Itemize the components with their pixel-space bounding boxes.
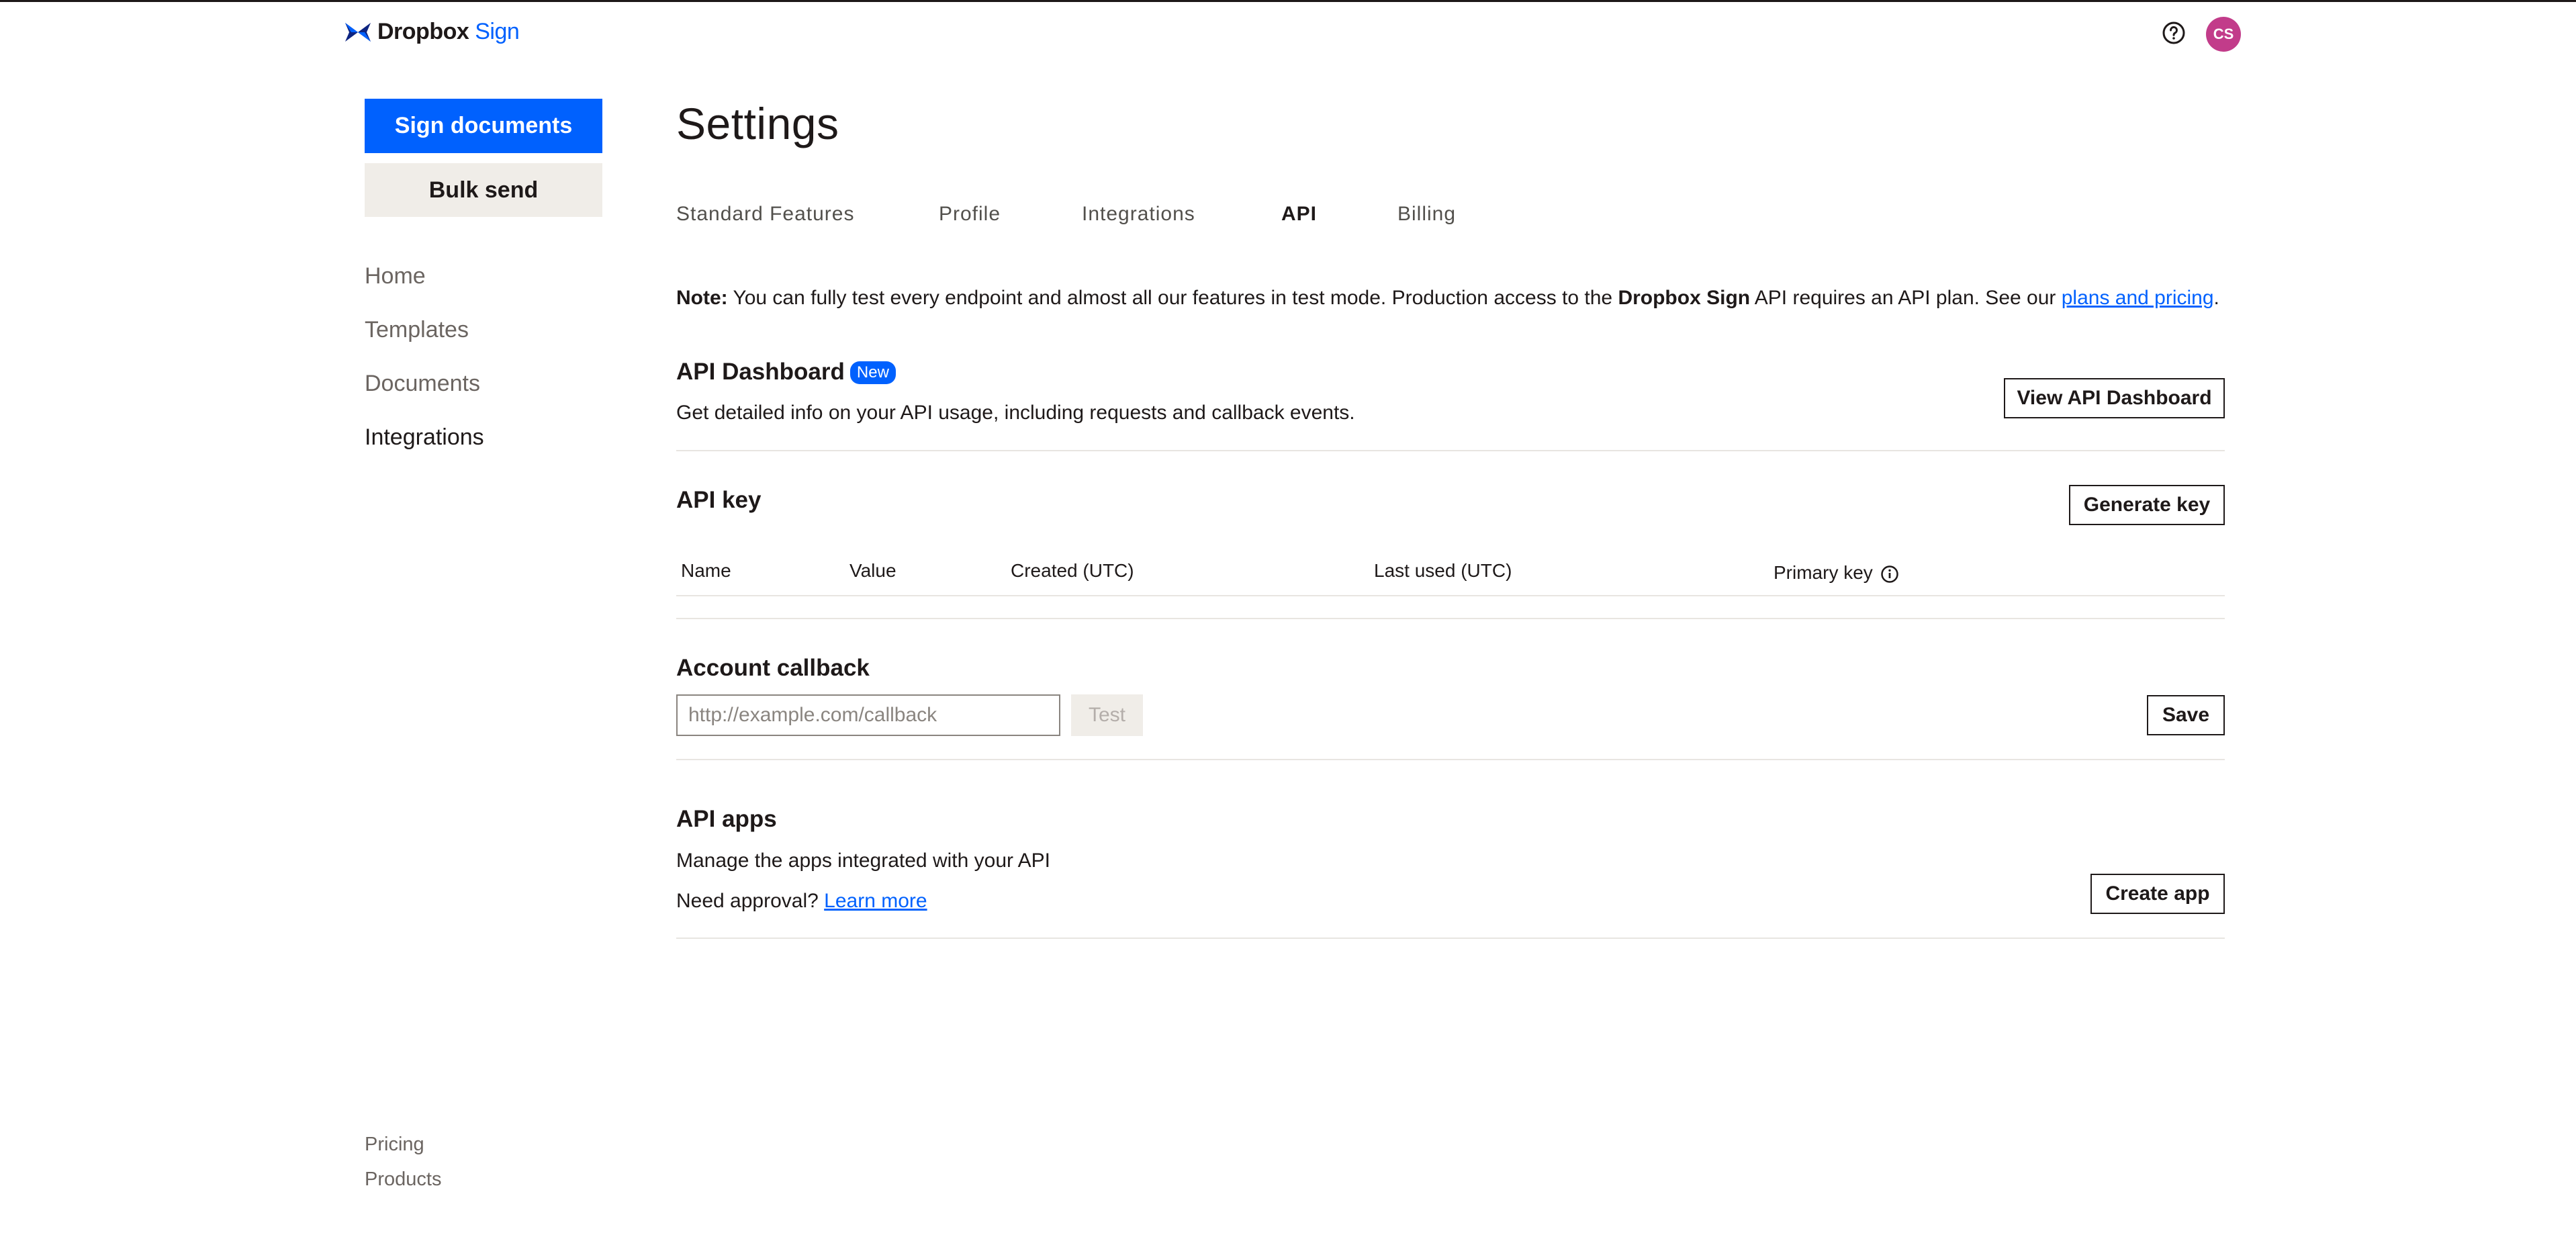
api-apps-description: Manage the apps integrated with your API	[676, 850, 1051, 872]
sign-documents-button[interactable]: Sign documents	[365, 99, 602, 153]
note-text-2: API requires an API plan. See our	[1750, 287, 2062, 309]
note-brand: Dropbox Sign	[1618, 287, 1751, 309]
need-approval-text: Need approval? Learn more	[676, 890, 927, 913]
sidebar-item-home[interactable]: Home	[365, 263, 426, 289]
divider	[676, 938, 2225, 939]
avatar[interactable]: CS	[2206, 17, 2241, 52]
create-app-button[interactable]: Create app	[2090, 874, 2225, 914]
column-header-name: Name	[681, 560, 731, 581]
api-dashboard-heading: API Dashboard New	[676, 359, 896, 385]
tab-integrations[interactable]: Integrations	[1082, 203, 1195, 226]
tab-api[interactable]: API	[1281, 203, 1317, 226]
generate-key-button[interactable]: Generate key	[2069, 485, 2225, 525]
api-key-title: API key	[676, 487, 762, 513]
approval-label: Need approval?	[676, 890, 819, 912]
note-label: Note:	[676, 287, 728, 309]
tab-standard-features[interactable]: Standard Features	[676, 203, 854, 226]
brand-primary: Dropbox	[377, 19, 469, 44]
column-header-value: Value	[849, 560, 896, 581]
help-icon[interactable]	[2162, 21, 2186, 45]
note-text-1: You can fully test every endpoint and al…	[727, 287, 1618, 309]
column-header-primary-key: Primary key	[1774, 562, 1873, 583]
column-header-created: Created (UTC)	[1011, 560, 1134, 581]
tab-profile[interactable]: Profile	[939, 203, 1001, 226]
sidebar-item-documents[interactable]: Documents	[365, 371, 480, 397]
test-callback-button[interactable]: Test	[1071, 694, 1143, 736]
callback-url-input[interactable]	[676, 694, 1060, 736]
brand-name: Dropbox Sign	[377, 19, 520, 45]
footer-link-products[interactable]: Products	[365, 1169, 441, 1191]
api-note: Note: You can fully test every endpoint …	[676, 287, 2219, 310]
brand-secondary: Sign	[475, 19, 520, 44]
table-header-divider	[676, 595, 2225, 596]
footer-link-pricing[interactable]: Pricing	[365, 1134, 424, 1156]
dropbox-logo-icon	[345, 22, 371, 42]
learn-more-link[interactable]: Learn more	[824, 890, 927, 912]
top-border	[0, 0, 2576, 2]
column-header-last-used: Last used (UTC)	[1374, 560, 1512, 581]
plans-and-pricing-link[interactable]: plans and pricing	[2062, 287, 2214, 309]
api-apps-title: API apps	[676, 806, 777, 832]
divider	[676, 759, 2225, 760]
divider	[676, 450, 2225, 451]
note-end: .	[2213, 287, 2219, 309]
view-api-dashboard-button[interactable]: View API Dashboard	[2004, 378, 2225, 418]
save-button[interactable]: Save	[2147, 695, 2225, 735]
bulk-send-button[interactable]: Bulk send	[365, 163, 602, 217]
api-dashboard-title: API Dashboard	[676, 359, 845, 385]
api-dashboard-description: Get detailed info on your API usage, inc…	[676, 402, 1355, 424]
dropbox-sign-logo[interactable]: Dropbox Sign	[345, 19, 520, 45]
tab-billing[interactable]: Billing	[1397, 203, 1456, 226]
page-title: Settings	[676, 99, 839, 148]
info-icon[interactable]	[1880, 565, 1899, 584]
sidebar-item-templates[interactable]: Templates	[365, 317, 469, 343]
divider	[676, 618, 2225, 619]
sidebar-item-integrations[interactable]: Integrations	[365, 424, 484, 451]
new-badge: New	[849, 361, 896, 384]
account-callback-title: Account callback	[676, 655, 870, 681]
